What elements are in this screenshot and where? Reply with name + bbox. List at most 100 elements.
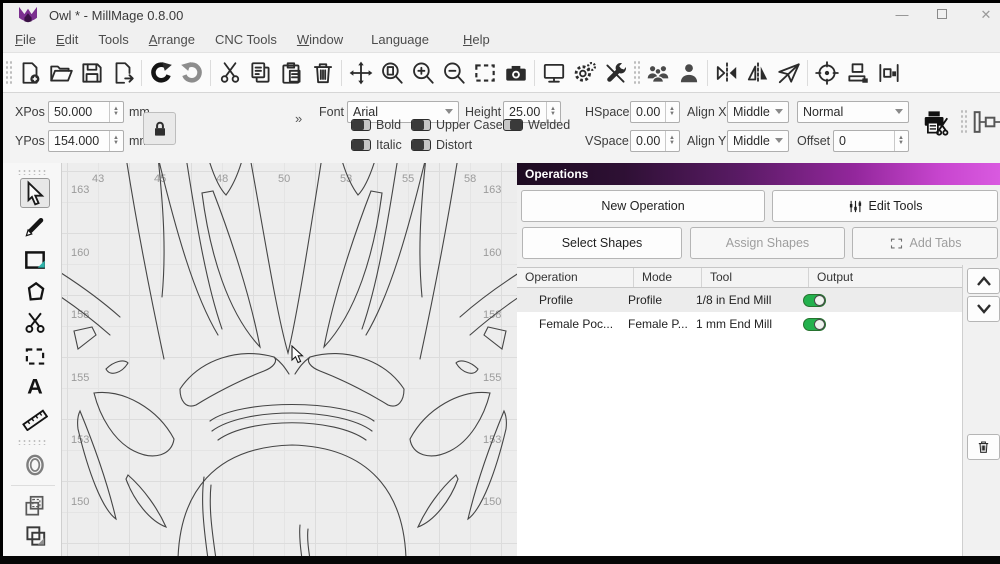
- new-file-button[interactable]: [14, 57, 45, 89]
- style-select[interactable]: Normal: [797, 101, 909, 123]
- col-header-mode[interactable]: Mode: [634, 268, 702, 287]
- menu-arrange[interactable]: Arrange: [139, 32, 205, 47]
- zoom-out-button[interactable]: [438, 57, 469, 89]
- overflow-chevron[interactable]: »: [295, 111, 302, 126]
- rectangle-tool[interactable]: [20, 245, 50, 275]
- col-header-output[interactable]: Output: [809, 268, 962, 287]
- paste-button[interactable]: [276, 57, 307, 89]
- assign-shapes-button[interactable]: Assign Shapes: [690, 227, 845, 259]
- operations-panel-title[interactable]: Operations: [517, 163, 1000, 185]
- save-file-button[interactable]: [76, 57, 107, 89]
- title-bar: Owl * - MillMage 0.8.00 — ✕: [3, 3, 1000, 27]
- operation-row[interactable]: Female Poc... Female P... 1 mm End Mill: [517, 312, 962, 336]
- settings-button[interactable]: [569, 57, 600, 89]
- delete-operation-button[interactable]: [967, 434, 1000, 460]
- flip-horizontal-button[interactable]: [711, 57, 742, 89]
- close-button[interactable]: ✕: [976, 5, 996, 25]
- chevron-down-icon: [976, 303, 992, 315]
- target-origin-button[interactable]: [811, 57, 842, 89]
- send-plane-button[interactable]: [773, 57, 804, 89]
- polygon-tool[interactable]: [20, 277, 50, 307]
- vspace-input[interactable]: 0.00▲▼: [630, 130, 680, 152]
- undo-button[interactable]: [145, 57, 176, 89]
- col-header-tool[interactable]: Tool: [702, 268, 809, 287]
- printer-scissors-icon: [921, 107, 951, 137]
- node-marquee-tool[interactable]: [20, 341, 50, 371]
- tool-sidebar: A: [3, 163, 62, 556]
- menu-help[interactable]: Help: [453, 32, 500, 47]
- zoom-in-button[interactable]: [407, 57, 438, 89]
- ypos-input[interactable]: 154.000▲▼: [48, 130, 124, 152]
- export-file-button[interactable]: [107, 57, 138, 89]
- offset-input[interactable]: 0▲▼: [833, 130, 909, 152]
- toolbar-grip[interactable]: [960, 109, 967, 135]
- align-y-select[interactable]: Middle: [727, 130, 789, 152]
- sidebar-grip[interactable]: [17, 169, 47, 175]
- operation-row[interactable]: Profile Profile 1/8 in End Mill: [517, 288, 962, 312]
- delete-button[interactable]: [307, 57, 338, 89]
- users-group-button[interactable]: [642, 57, 673, 89]
- pan-button[interactable]: [345, 57, 376, 89]
- draw-pencil-tool[interactable]: [20, 212, 50, 242]
- menu-edit[interactable]: Edit: [46, 32, 88, 47]
- screenshot-button[interactable]: [500, 57, 531, 89]
- align-edge-button[interactable]: [971, 107, 1000, 140]
- lock-ratio-button[interactable]: [143, 112, 176, 145]
- hspace-input[interactable]: 0.00▲▼: [630, 101, 680, 123]
- toolbar-grip[interactable]: [633, 60, 640, 86]
- select-shapes-button[interactable]: Select Shapes: [522, 227, 682, 259]
- distribute-button[interactable]: [873, 57, 904, 89]
- move-up-button[interactable]: [967, 268, 1000, 294]
- minimize-button[interactable]: —: [892, 5, 912, 25]
- new-operation-button[interactable]: New Operation: [521, 190, 765, 222]
- welded-toggle[interactable]: [503, 119, 523, 131]
- redo-button[interactable]: [176, 57, 207, 89]
- print-cut-button[interactable]: [921, 107, 951, 140]
- menu-tools[interactable]: Tools: [88, 32, 138, 47]
- bold-toggle[interactable]: [351, 119, 371, 131]
- stamp-align-button[interactable]: [842, 57, 873, 89]
- user-button[interactable]: [673, 57, 704, 89]
- open-file-button[interactable]: [45, 57, 76, 89]
- maximize-button[interactable]: [932, 5, 952, 25]
- menu-language[interactable]: Language: [361, 32, 439, 47]
- align-x-select[interactable]: Middle: [727, 101, 789, 123]
- measure-tool[interactable]: [20, 403, 50, 433]
- bold-toggle-row: Bold: [351, 118, 401, 132]
- sliders-icon: [848, 199, 863, 214]
- offset-ring-tool[interactable]: [20, 450, 50, 480]
- output-toggle[interactable]: [803, 294, 826, 307]
- toolbar-grip[interactable]: [5, 60, 12, 86]
- zoom-fit-button[interactable]: [376, 57, 407, 89]
- output-toggle[interactable]: [803, 318, 826, 331]
- edit-tools-button[interactable]: Edit Tools: [772, 190, 998, 222]
- sidebar-grip[interactable]: [17, 439, 47, 445]
- menu-window[interactable]: Window: [287, 32, 353, 47]
- display-button[interactable]: [538, 57, 569, 89]
- upper-case-toggle[interactable]: [411, 119, 431, 131]
- toolbar-separator: [534, 60, 535, 86]
- font-label: Font: [319, 101, 344, 123]
- align-y-label: Align Y: [687, 130, 726, 152]
- menu-cnc-tools[interactable]: CNC Tools: [205, 32, 287, 47]
- cut-button[interactable]: [214, 57, 245, 89]
- text-a-icon: A: [22, 373, 48, 399]
- design-canvas[interactable]: 43 45 48 50 53 55 58 163 160 158 155 153…: [62, 163, 517, 556]
- distort-toggle[interactable]: [411, 139, 431, 151]
- select-tool[interactable]: [20, 178, 50, 208]
- machine-tools-button[interactable]: [600, 57, 631, 89]
- boolean-union-tool[interactable]: [20, 491, 50, 521]
- italic-toggle[interactable]: [351, 139, 371, 151]
- menu-file[interactable]: File: [5, 32, 46, 47]
- vspace-label: VSpace: [585, 130, 629, 152]
- col-header-operation[interactable]: Operation: [517, 268, 634, 287]
- cut-path-tool[interactable]: [20, 308, 50, 338]
- add-tabs-button[interactable]: Add Tabs: [852, 227, 998, 259]
- mirror-vertical-button[interactable]: [742, 57, 773, 89]
- move-down-button[interactable]: [967, 296, 1000, 322]
- text-tool[interactable]: A: [20, 371, 50, 401]
- boolean-subtract-tool[interactable]: [20, 521, 50, 551]
- copy-button[interactable]: [245, 57, 276, 89]
- xpos-input[interactable]: 50.000▲▼: [48, 101, 124, 123]
- marquee-select-button[interactable]: [469, 57, 500, 89]
